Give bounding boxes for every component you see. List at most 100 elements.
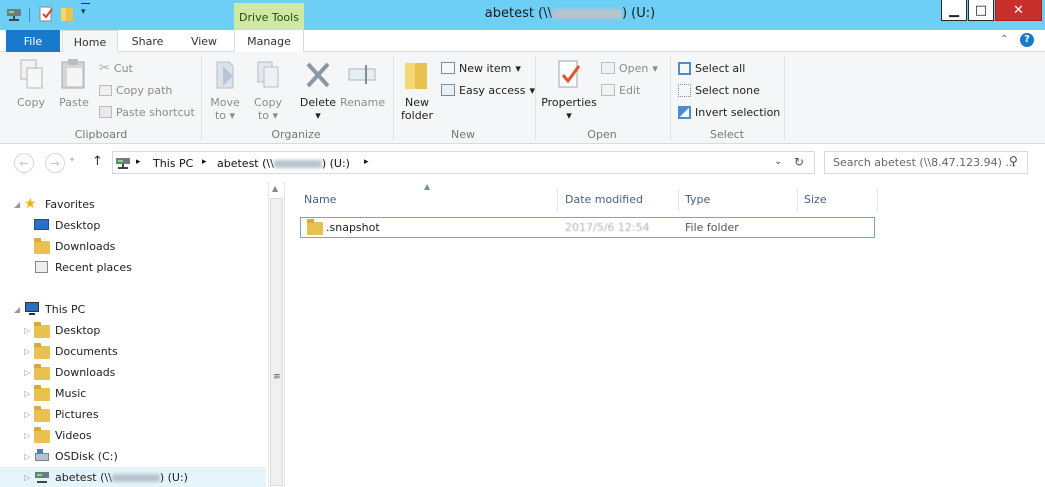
network-drive-icon	[34, 470, 50, 484]
nav-this-pc[interactable]: ◢ This PC	[0, 299, 266, 319]
nav-label: Documents	[55, 344, 118, 358]
easy-access-button[interactable]: Easy access ▾	[441, 82, 535, 98]
column-header-size[interactable]: Size	[798, 189, 878, 211]
column-header-type[interactable]: Type	[679, 189, 798, 211]
customize-toolbar-icon[interactable]: ▾	[81, 7, 86, 17]
collapse-caret-icon[interactable]: ◢	[14, 305, 24, 314]
customize-toolbar-line	[81, 3, 90, 4]
copy-to-button[interactable]: Copy to ▾	[248, 58, 288, 122]
breadcrumb-arrow-icon[interactable]: ▸	[202, 157, 207, 167]
scrollbar-thumb[interactable]	[270, 198, 283, 486]
paste-button[interactable]: Paste	[55, 58, 93, 109]
nav-favorite-recent-places[interactable]: Recent places	[0, 257, 266, 277]
select-group-label: Select	[710, 128, 744, 141]
nav-label: Pictures	[55, 407, 99, 421]
desktop-folder-icon	[34, 322, 50, 338]
copy-path-label: Copy path	[116, 83, 173, 97]
rename-button[interactable]: Rename	[340, 58, 385, 109]
help-icon[interactable]: ?	[1020, 33, 1034, 47]
nav-pc-documents[interactable]: ▷ Documents	[0, 341, 266, 361]
recent-locations-icon[interactable]: ▾	[70, 155, 74, 164]
table-row[interactable]: .snapshot 2017/5/6 12:54 File folder	[300, 217, 875, 238]
tab-home[interactable]: Home	[62, 30, 118, 53]
new-folder-icon	[401, 58, 433, 92]
select-none-icon	[678, 83, 691, 97]
copy-icon	[15, 58, 47, 92]
expand-caret-icon[interactable]: ▷	[24, 473, 34, 482]
expand-caret-icon[interactable]: ▷	[24, 368, 34, 377]
title-prefix: abetest (\\	[484, 6, 552, 21]
expand-caret-icon[interactable]: ▷	[24, 326, 34, 335]
nav-label: Downloads	[55, 365, 116, 379]
search-input[interactable]: Search abetest (\\8.47.123.94) ... ⚲	[824, 151, 1028, 174]
edit-icon	[601, 84, 615, 96]
expand-caret-icon[interactable]: ▷	[24, 347, 34, 356]
refresh-icon[interactable]: ↻	[794, 155, 804, 169]
invert-selection-button[interactable]: Invert selection	[678, 104, 780, 120]
nav-pc-desktop[interactable]: ▷ Desktop	[0, 320, 266, 340]
tab-file[interactable]: File	[6, 30, 60, 52]
address-dropdown-icon[interactable]: ⌄	[774, 156, 782, 167]
navigation-scrollbar[interactable]: ▲ ≡	[268, 182, 285, 487]
paste-shortcut-button[interactable]: Paste shortcut	[99, 104, 195, 120]
tab-manage[interactable]: Manage	[234, 30, 304, 52]
close-button[interactable]: ✕	[995, 0, 1042, 21]
edit-button[interactable]: Edit	[601, 82, 640, 98]
breadcrumb-drive[interactable]: abetest (\\) (U:)	[217, 157, 350, 170]
copy-path-button[interactable]: Copy path	[99, 82, 172, 98]
forward-button[interactable]: →	[45, 153, 65, 173]
tab-share[interactable]: Share	[120, 30, 175, 52]
select-none-button[interactable]: Select none	[678, 82, 760, 98]
select-all-button[interactable]: Select all	[678, 60, 745, 76]
nav-pc-downloads[interactable]: ▷ Downloads	[0, 362, 266, 382]
copy-button[interactable]: Copy	[12, 58, 50, 109]
nav-pc-pictures[interactable]: ▷ Pictures	[0, 404, 266, 424]
drive-icon	[6, 5, 22, 23]
new-folder-quick-icon[interactable]	[59, 5, 75, 23]
move-to-label-2: to ▾	[214, 109, 236, 122]
expand-caret-icon[interactable]: ▷	[24, 431, 34, 440]
music-folder-icon	[34, 385, 50, 401]
up-arrow-icon[interactable]: ↑	[92, 154, 103, 169]
new-folder-button[interactable]: New folder	[397, 58, 437, 122]
nav-pc-videos[interactable]: ▷ Videos	[0, 425, 266, 445]
open-button[interactable]: Open ▾	[601, 60, 658, 76]
move-to-button[interactable]: Move to ▾	[205, 58, 245, 122]
paste-label: Paste	[59, 96, 89, 109]
cut-label: Cut	[113, 61, 133, 75]
breadcrumb-arrow-icon[interactable]: ▸	[136, 157, 141, 167]
column-header-date-modified[interactable]: Date modified	[559, 189, 679, 211]
nav-label: Music	[55, 386, 87, 400]
expand-caret-icon[interactable]: ▷	[24, 452, 34, 461]
nav-pc-osdisk[interactable]: ▷ OSDisk (C:)	[0, 446, 266, 466]
search-icon[interactable]: ⚲	[1009, 154, 1018, 168]
new-item-button[interactable]: New item ▾	[441, 60, 521, 76]
scroll-up-arrow-icon[interactable]: ▲	[272, 184, 278, 193]
move-to-icon	[209, 58, 241, 92]
cut-button[interactable]: ✂ Cut	[99, 60, 133, 76]
delete-button[interactable]: Delete ▾	[296, 58, 340, 122]
properties-quick-icon[interactable]	[38, 5, 54, 23]
nav-favorite-downloads[interactable]: Downloads	[0, 236, 266, 256]
collapse-ribbon-icon[interactable]: ⌃	[1000, 34, 1008, 45]
expand-caret-icon[interactable]: ▷	[24, 410, 34, 419]
nav-favorite-desktop[interactable]: Desktop	[0, 215, 266, 235]
nav-pc-network-drive-selected[interactable]: ▷ abetest (\\) (U:)	[0, 467, 266, 487]
drive-tools-contextual-label: Drive Tools	[234, 3, 304, 30]
breadcrumb-arrow-icon[interactable]: ▸	[364, 157, 369, 167]
scrollbar-grip-icon: ≡	[273, 372, 281, 382]
column-header-name[interactable]: Name	[298, 189, 558, 211]
nav-favorites[interactable]: ◢ ★ Favorites	[0, 194, 266, 214]
breadcrumb-this-pc[interactable]: This PC	[153, 157, 193, 170]
expand-caret-icon[interactable]: ▷	[24, 389, 34, 398]
nav-label: Downloads	[55, 239, 116, 253]
downloads-folder-icon	[34, 238, 50, 254]
back-button[interactable]: ←	[14, 153, 34, 173]
address-bar[interactable]: ▸ This PC ▸ abetest (\\) (U:) ▸ ⌄ ↻	[112, 151, 815, 174]
maximize-button[interactable]: □	[968, 0, 994, 21]
properties-button[interactable]: Properties ▾	[539, 58, 599, 122]
minimize-button[interactable]: ▁	[941, 0, 967, 21]
nav-pc-music[interactable]: ▷ Music	[0, 383, 266, 403]
tab-view[interactable]: View	[178, 30, 230, 52]
collapse-caret-icon[interactable]: ◢	[14, 200, 24, 209]
